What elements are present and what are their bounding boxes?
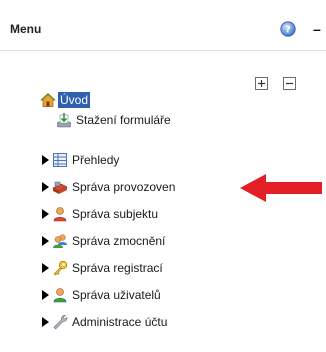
tree-item-label: Správa subjektu — [72, 207, 159, 221]
expand-arrow-icon[interactable] — [40, 181, 50, 193]
expand-arrow-icon[interactable] — [40, 208, 50, 220]
tree-item-stazeni-formulare[interactable]: Stažení formuláře — [56, 111, 173, 129]
expand-arrow-icon[interactable] — [40, 316, 50, 328]
expand-arrow-icon[interactable] — [40, 154, 50, 166]
tree-item-label: Správa provozoven — [72, 180, 176, 194]
expand-all-icon[interactable] — [255, 77, 268, 90]
wrench-icon — [53, 315, 68, 330]
home-icon — [40, 93, 56, 107]
svg-text:?: ? — [285, 25, 291, 36]
tree-item-label: Přehledy — [72, 153, 120, 167]
menu-title: Menu — [10, 22, 42, 36]
tree-item-administrace-uctu[interactable]: Administrace účtu — [40, 313, 169, 331]
help-icon[interactable]: ? — [280, 21, 296, 37]
users-icon — [53, 234, 67, 248]
tree-item-sprava-provozoven[interactable]: Správa provozoven — [40, 178, 177, 196]
user-green-icon — [53, 288, 67, 303]
tree-item-sprava-subjektu[interactable]: Správa subjektu — [40, 205, 160, 223]
tree-item-sprava-uzivatelu[interactable]: Správa uživatelů — [40, 286, 163, 304]
minimize-icon[interactable]: – — [313, 22, 323, 36]
expand-arrow-icon[interactable] — [40, 262, 50, 274]
collapse-all-icon[interactable] — [283, 77, 296, 90]
tree-item-uvod[interactable]: Úvod — [40, 91, 91, 109]
tree-item-label: Stažení formuláře — [76, 113, 171, 127]
establishments-icon — [52, 181, 68, 194]
red-pointer-arrow — [240, 174, 322, 202]
table-icon — [53, 153, 67, 167]
tree-item-label: Správa uživatelů — [72, 288, 161, 302]
menu-header: Menu ? – — [0, 0, 326, 51]
user-icon — [53, 207, 67, 222]
tree-item-label: Administrace účtu — [72, 315, 168, 329]
expand-arrow-icon[interactable] — [40, 235, 50, 247]
key-icon — [53, 260, 68, 276]
tree-item-label: Úvod — [58, 92, 91, 108]
tree-item-sprava-registraci[interactable]: Správa registrací — [40, 259, 165, 277]
tree-item-label: Správa zmocnění — [72, 234, 166, 248]
tree-item-label: Správa registrací — [72, 261, 163, 275]
tree-item-prehledy[interactable]: Přehledy — [40, 151, 121, 169]
download-form-icon — [57, 113, 71, 128]
expand-arrow-icon[interactable] — [40, 289, 50, 301]
tree-item-sprava-zmocneni[interactable]: Správa zmocnění — [40, 232, 167, 250]
